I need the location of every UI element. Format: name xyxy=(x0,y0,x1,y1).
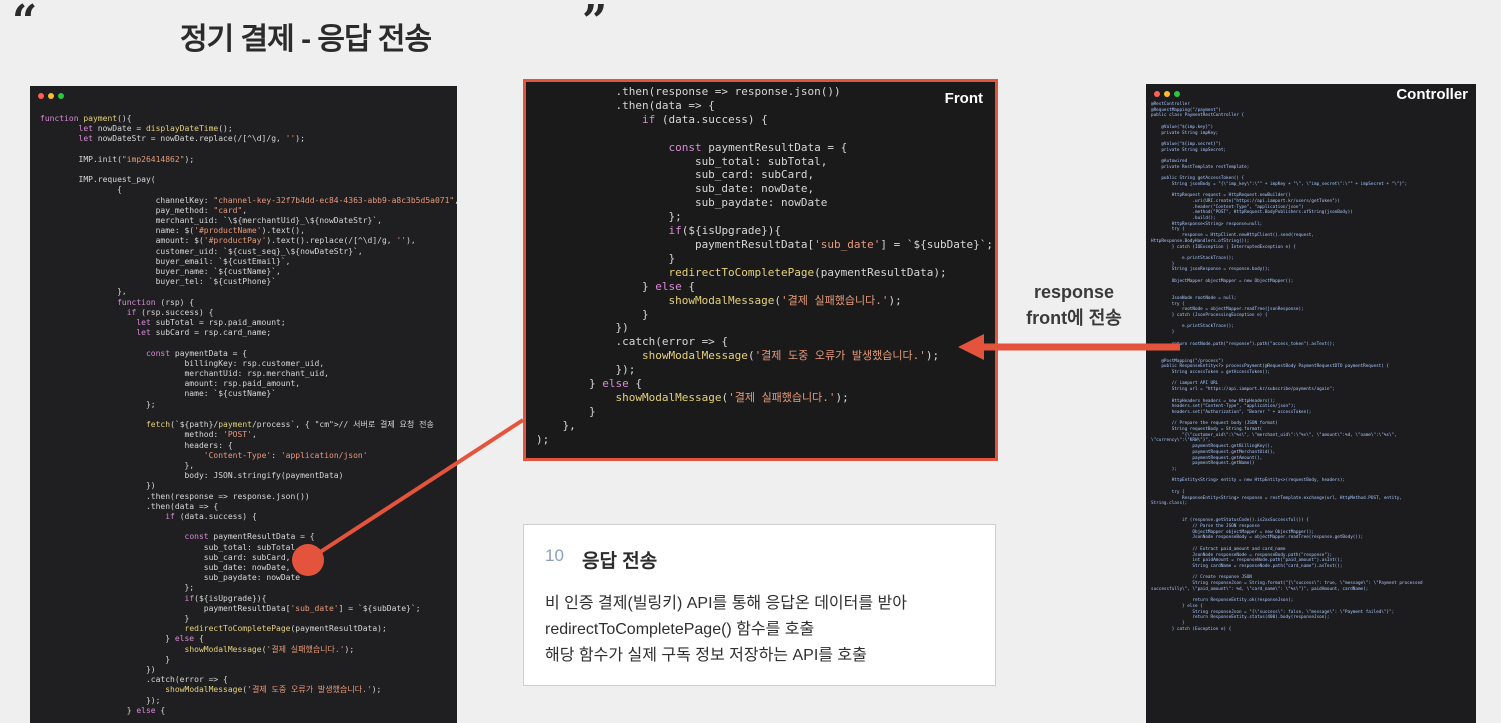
controller-label: Controller xyxy=(1396,86,1468,103)
response-label-line1: response xyxy=(1033,282,1115,302)
info-heading: 응답 전송 xyxy=(582,551,658,572)
controller-code-text: @RestController @RequestMapping("/paymen… xyxy=(1151,102,1423,632)
minimize-dot-icon xyxy=(48,93,54,99)
response-label-line2: front에 전송 xyxy=(1026,308,1122,328)
info-box: 10 응답 전송 비 인증 결제(빌링키) API를 통해 응답온 데이터를 받… xyxy=(523,524,996,686)
close-dot-icon xyxy=(1154,91,1160,97)
front-label: Front xyxy=(944,90,983,107)
minimize-dot-icon xyxy=(1164,91,1170,97)
step-number: 10 xyxy=(545,546,564,565)
response-arrow-label: response front에 전송 xyxy=(1010,279,1138,331)
maximize-dot-icon xyxy=(1174,91,1180,97)
slide-title: 정기 결제 - 응답 전송 xyxy=(180,23,432,56)
close-quote-mark: ” xyxy=(582,0,608,47)
info-line-2: redirectToCompletePage() 함수를 호출 xyxy=(545,621,815,638)
front-code-text: .then(response => response.json()) .then… xyxy=(536,85,993,446)
window-controls xyxy=(38,93,64,99)
open-quote-mark: “ xyxy=(12,0,38,47)
left-code-text: function payment(){ let nowDate = displa… xyxy=(40,114,457,715)
front-code-window: .then(response => response.json()) .then… xyxy=(523,79,998,461)
left-code-window: function payment(){ let nowDate = displa… xyxy=(30,86,457,723)
close-dot-icon xyxy=(38,93,44,99)
info-line-3: 해당 함수가 실제 구독 정보 저장하는 API를 호출 xyxy=(545,647,867,664)
controller-code-window: Controller @RestController @RequestMappi… xyxy=(1146,84,1476,723)
window-controls xyxy=(1154,91,1180,97)
maximize-dot-icon xyxy=(58,93,64,99)
info-line-1: 비 인증 결제(빌링키) API를 통해 응답온 데이터를 받아 xyxy=(545,595,907,612)
